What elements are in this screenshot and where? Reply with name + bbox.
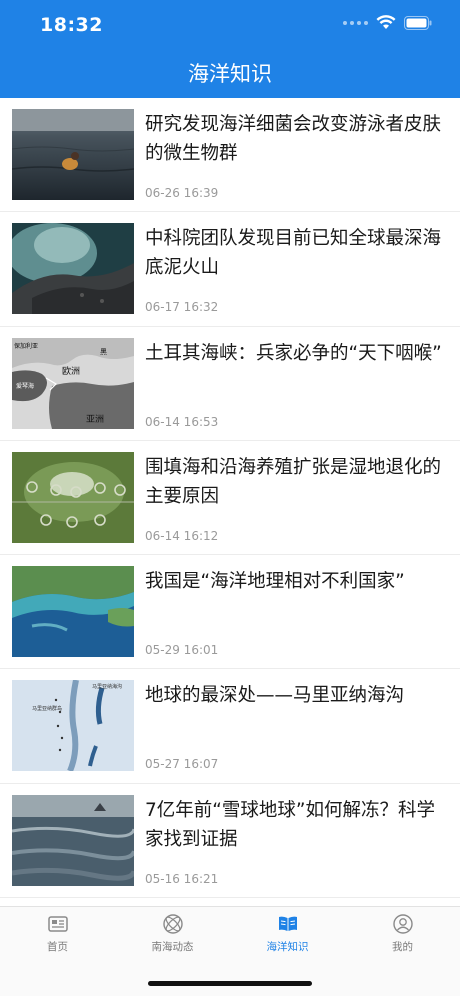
tab-home[interactable]: 首页 <box>0 913 115 959</box>
page-title: 海洋知识 <box>188 62 272 86</box>
map-label-black-sea: 黑 <box>100 348 107 356</box>
article-list[interactable]: 研究发现海洋细菌会改变游泳者皮肤的微生物群 06-26 16:39 中科院团队发… <box>0 98 460 906</box>
header: 18:32 海洋知识 <box>0 0 460 98</box>
article-item[interactable]: 我国是“海洋地理相对不利国家” 05-29 16:01 <box>0 555 460 670</box>
article-item[interactable]: 马里亚纳海沟 马里亚纳群岛 地球的最深处——马里亚纳海沟 05-27 16:07 <box>0 669 460 784</box>
map-label-aegean: 爱琴海 <box>16 382 34 390</box>
tab-ocean-knowledge[interactable]: 海洋知识 <box>230 913 345 959</box>
article-date: 05-27 16:07 <box>145 757 219 772</box>
newspaper-icon <box>47 913 69 935</box>
tab-label: 海洋知识 <box>266 941 309 953</box>
article-thumbnail-trench-map: 马里亚纳海沟 马里亚纳群岛 <box>12 680 134 772</box>
map-label-mariana-trench: 马里亚纳海沟 <box>92 683 122 690</box>
article-title[interactable]: 土耳其海峡：兵家必争的“天下咽喉” <box>145 339 445 368</box>
map-label-mariana-islands: 马里亚纳群岛 <box>32 705 62 712</box>
article-title[interactable]: 我国是“海洋地理相对不利国家” <box>145 567 445 596</box>
article-title[interactable]: 中科院团队发现目前已知全球最深海底泥火山 <box>145 224 445 282</box>
status-icons <box>343 15 432 30</box>
article-date: 05-16 16:21 <box>145 871 219 886</box>
article-thumbnail-wetland <box>12 451 134 543</box>
book-icon <box>277 913 299 935</box>
wifi-icon <box>376 15 396 30</box>
tab-south-sea-news[interactable]: 南海动态 <box>115 913 230 959</box>
article-date: 06-17 16:32 <box>145 300 219 315</box>
user-icon <box>392 913 414 935</box>
article-title[interactable]: 地球的最深处——马里亚纳海沟 <box>145 681 445 710</box>
tab-label: 首页 <box>47 941 68 953</box>
article-date: 06-14 16:12 <box>145 528 219 543</box>
article-thumbnail-swimmer <box>12 109 134 200</box>
article-thumbnail-mud-volcano <box>12 223 134 315</box>
tab-mine[interactable]: 我的 <box>345 913 460 959</box>
article-date: 06-26 16:39 <box>145 186 219 200</box>
status-bar: 18:32 <box>0 0 460 50</box>
article-item[interactable]: 研究发现海洋细菌会改变游泳者皮肤的微生物群 06-26 16:39 <box>0 98 460 213</box>
tab-label: 南海动态 <box>151 941 194 953</box>
signal-dots-icon <box>343 20 368 25</box>
article-title[interactable]: 围填海和沿海养殖扩张是湿地退化的主要原因 <box>145 453 445 511</box>
article-date: 06-14 16:53 <box>145 414 219 429</box>
orbit-icon <box>162 913 184 935</box>
battery-icon <box>404 15 432 30</box>
map-label-europe: 欧洲 <box>62 365 80 377</box>
article-date: 05-29 16:01 <box>145 643 219 658</box>
article-thumbnail-coast <box>12 566 134 658</box>
tab-label: 我的 <box>392 941 413 953</box>
article-item[interactable]: 7亿年前“雪球地球”如何解冻？科学家找到证据 05-16 16:21 <box>0 784 460 899</box>
home-indicator[interactable] <box>148 981 312 986</box>
article-thumbnail-ice <box>12 794 134 886</box>
article-title[interactable]: 研究发现海洋细菌会改变游泳者皮肤的微生物群 <box>145 110 445 168</box>
article-item[interactable]: 围填海和沿海养殖扩张是湿地退化的主要原因 06-14 16:12 <box>0 441 460 556</box>
article-item[interactable]: 欧洲 亚洲 保加利亚 黑 爱琴海 土耳其海峡：兵家必争的“天下咽喉” 06-14… <box>0 327 460 441</box>
map-label-bulgaria: 保加利亚 <box>14 342 38 350</box>
map-label-asia: 亚洲 <box>86 414 104 425</box>
article-thumbnail-strait-map: 欧洲 亚洲 保加利亚 黑 爱琴海 <box>12 337 134 429</box>
app-screen: 18:32 海洋知识 研究发现海洋细菌会改变游泳者皮肤的微生物群 06-26 1… <box>0 0 460 996</box>
article-title[interactable]: 7亿年前“雪球地球”如何解冻？科学家找到证据 <box>145 796 445 854</box>
article-item[interactable]: 中科院团队发现目前已知全球最深海底泥火山 06-17 16:32 <box>0 212 460 327</box>
status-time: 18:32 <box>40 14 103 36</box>
